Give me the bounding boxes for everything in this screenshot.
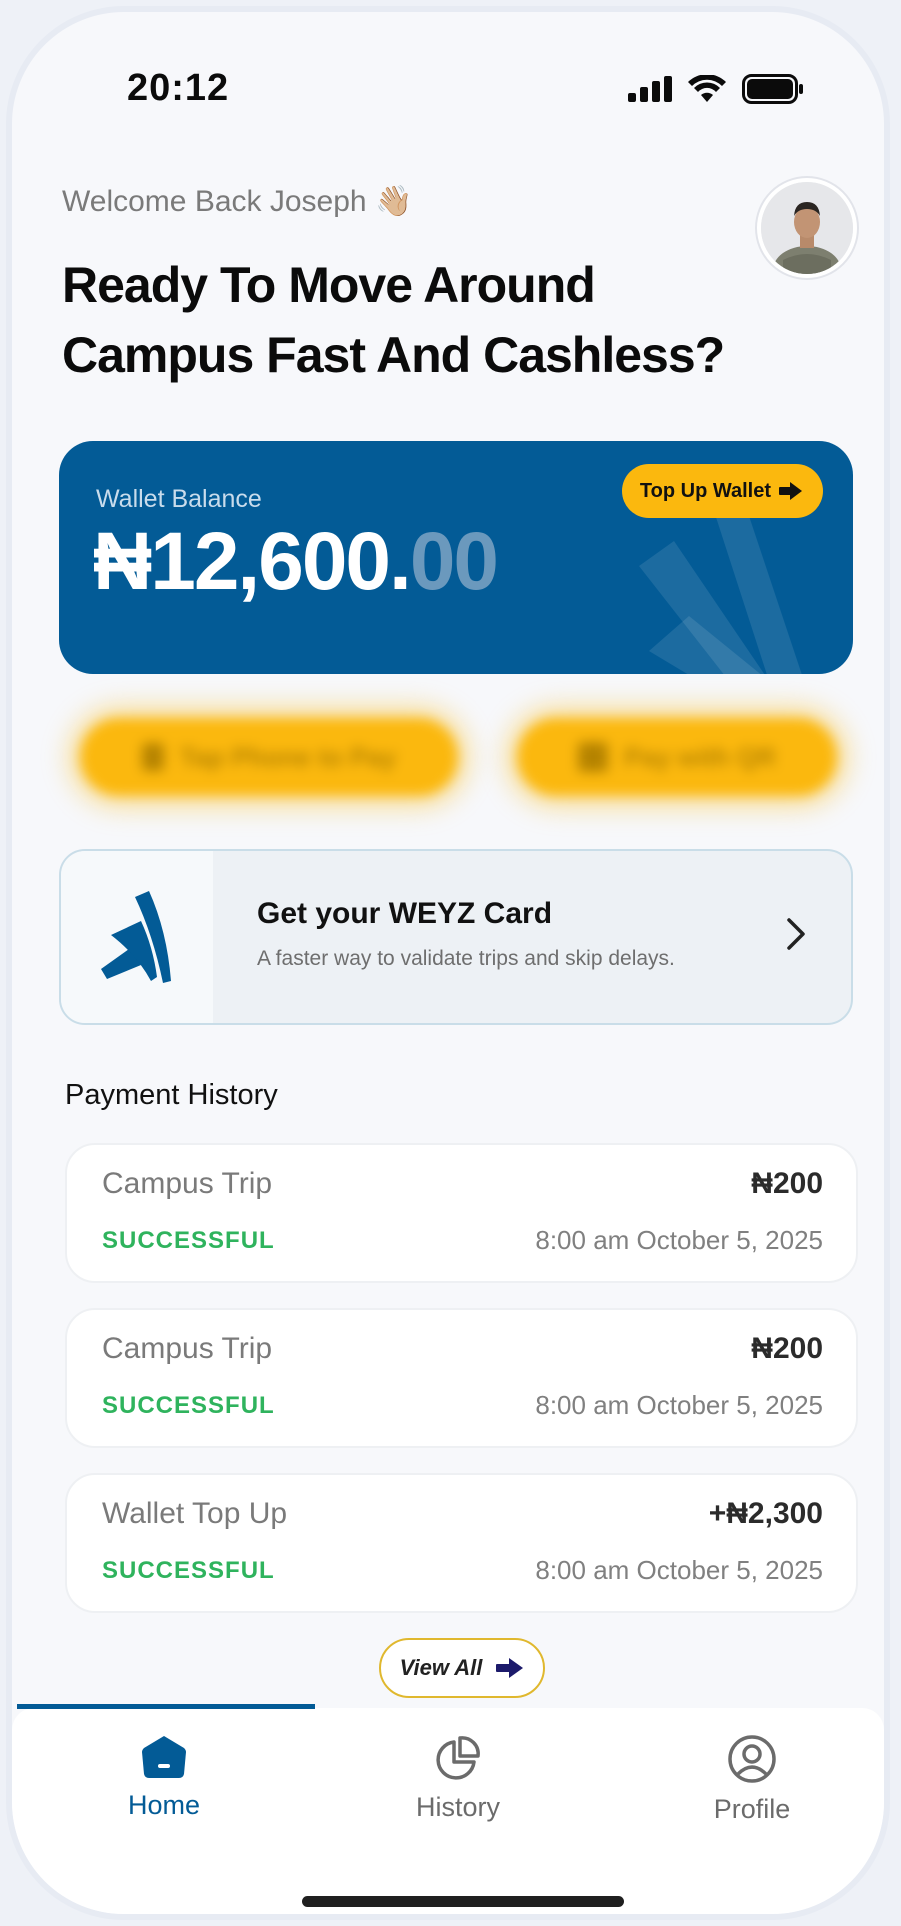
payment-history-title: Payment History — [65, 1079, 278, 1111]
weyz-logo-icon — [101, 891, 171, 983]
nav-item-home[interactable]: Home — [64, 1734, 264, 1821]
view-all-button[interactable]: View All — [379, 1638, 545, 1698]
top-up-wallet-label: Top Up Wallet — [639, 479, 771, 502]
payment-history-item[interactable]: Wallet Top Up +₦2,300 SUCCESSFUL 8:00 am… — [65, 1473, 858, 1613]
nav-active-indicator — [17, 1704, 315, 1709]
weyz-card-banner[interactable]: Get your WEYZ Card A faster way to valid… — [59, 849, 853, 1025]
tap-to-pay-label: Tap Phone to Pay — [179, 741, 397, 772]
nav-history-label: History — [415, 1792, 500, 1822]
wallet-balance-amount: ₦12,600.00 — [93, 515, 499, 609]
tx-name: Campus Trip — [102, 1167, 273, 1200]
welcome-label: Welcome Back Joseph — [62, 185, 367, 218]
status-time: 20:12 — [127, 67, 230, 109]
payment-history-item[interactable]: Campus Trip ₦200 SUCCESSFUL 8:00 am Octo… — [65, 1143, 858, 1283]
nav-home-label: Home — [127, 1790, 201, 1820]
pay-with-qr-label: Pay with QR — [624, 741, 776, 772]
history-icon — [436, 1736, 480, 1780]
user-photo-icon — [761, 182, 853, 274]
tx-date: 8:00 am October 5, 2025 — [535, 1555, 823, 1585]
tx-amount: +₦2,300 — [708, 1497, 823, 1530]
wallet-amount-main: ₦12,600. — [93, 516, 412, 607]
weyz-card-subtitle: A faster way to validate trips and skip … — [257, 947, 675, 970]
nav-item-profile[interactable]: Profile — [652, 1734, 852, 1825]
wallet-card: Wallet Balance ₦12,600.00 Top Up Wallet — [59, 441, 853, 674]
weyz-card-title: Get your WEYZ Card — [257, 897, 553, 930]
phone-screen: 20:12 Welcome Back Joseph 👋🏼 Ready To Mo… — [6, 6, 890, 1920]
home-indicator[interactable] — [302, 1896, 624, 1907]
avatar[interactable] — [757, 178, 857, 278]
headline-line-2: Campus Fast And Cashless? — [62, 327, 725, 383]
weyz-logo-box — [61, 851, 213, 1023]
tx-status: SUCCESSFUL — [102, 1557, 275, 1584]
nav-item-history[interactable]: History — [358, 1734, 558, 1823]
nfc-icon — [141, 743, 164, 771]
wallet-decor-icon — [639, 511, 802, 674]
view-all-label: View All — [399, 1655, 483, 1680]
arrow-right-icon — [496, 1658, 524, 1678]
nav-profile-label: Profile — [713, 1794, 791, 1824]
page-headline: Ready To Move Around Campus Fast And Cas… — [62, 250, 762, 390]
tx-amount: ₦200 — [751, 1332, 823, 1365]
tx-name: Wallet Top Up — [102, 1497, 288, 1530]
tx-date: 8:00 am October 5, 2025 — [535, 1225, 823, 1255]
pay-with-qr-button[interactable]: Pay with QR — [517, 718, 837, 796]
tx-status: SUCCESSFUL — [102, 1392, 275, 1419]
welcome-text: Welcome Back Joseph 👋🏼 — [62, 184, 412, 219]
tx-name: Campus Trip — [102, 1332, 273, 1365]
profile-icon — [728, 1735, 776, 1783]
waving-hand-icon: 👋🏼 — [374, 185, 413, 218]
chevron-right-icon — [787, 918, 805, 950]
headline-line-1: Ready To Move Around — [62, 257, 596, 313]
tx-amount: ₦200 — [751, 1167, 823, 1200]
arrow-right-icon — [779, 482, 802, 500]
payment-history-item[interactable]: Campus Trip ₦200 SUCCESSFUL 8:00 am Octo… — [65, 1308, 858, 1448]
wallet-amount-decimals: 00 — [409, 516, 499, 607]
battery-icon — [742, 74, 803, 104]
wallet-balance-label: Wallet Balance — [96, 485, 262, 513]
top-up-wallet-button[interactable]: Top Up Wallet — [621, 464, 823, 518]
tx-date: 8:00 am October 5, 2025 — [535, 1390, 823, 1420]
home-icon — [142, 1736, 186, 1778]
cellular-signal-icon — [628, 76, 672, 102]
wifi-icon — [688, 75, 726, 102]
tx-status: SUCCESSFUL — [102, 1227, 275, 1254]
status-icons — [628, 74, 804, 104]
qr-icon — [578, 742, 609, 772]
tap-to-pay-button[interactable]: Tap Phone to Pay — [80, 718, 458, 796]
